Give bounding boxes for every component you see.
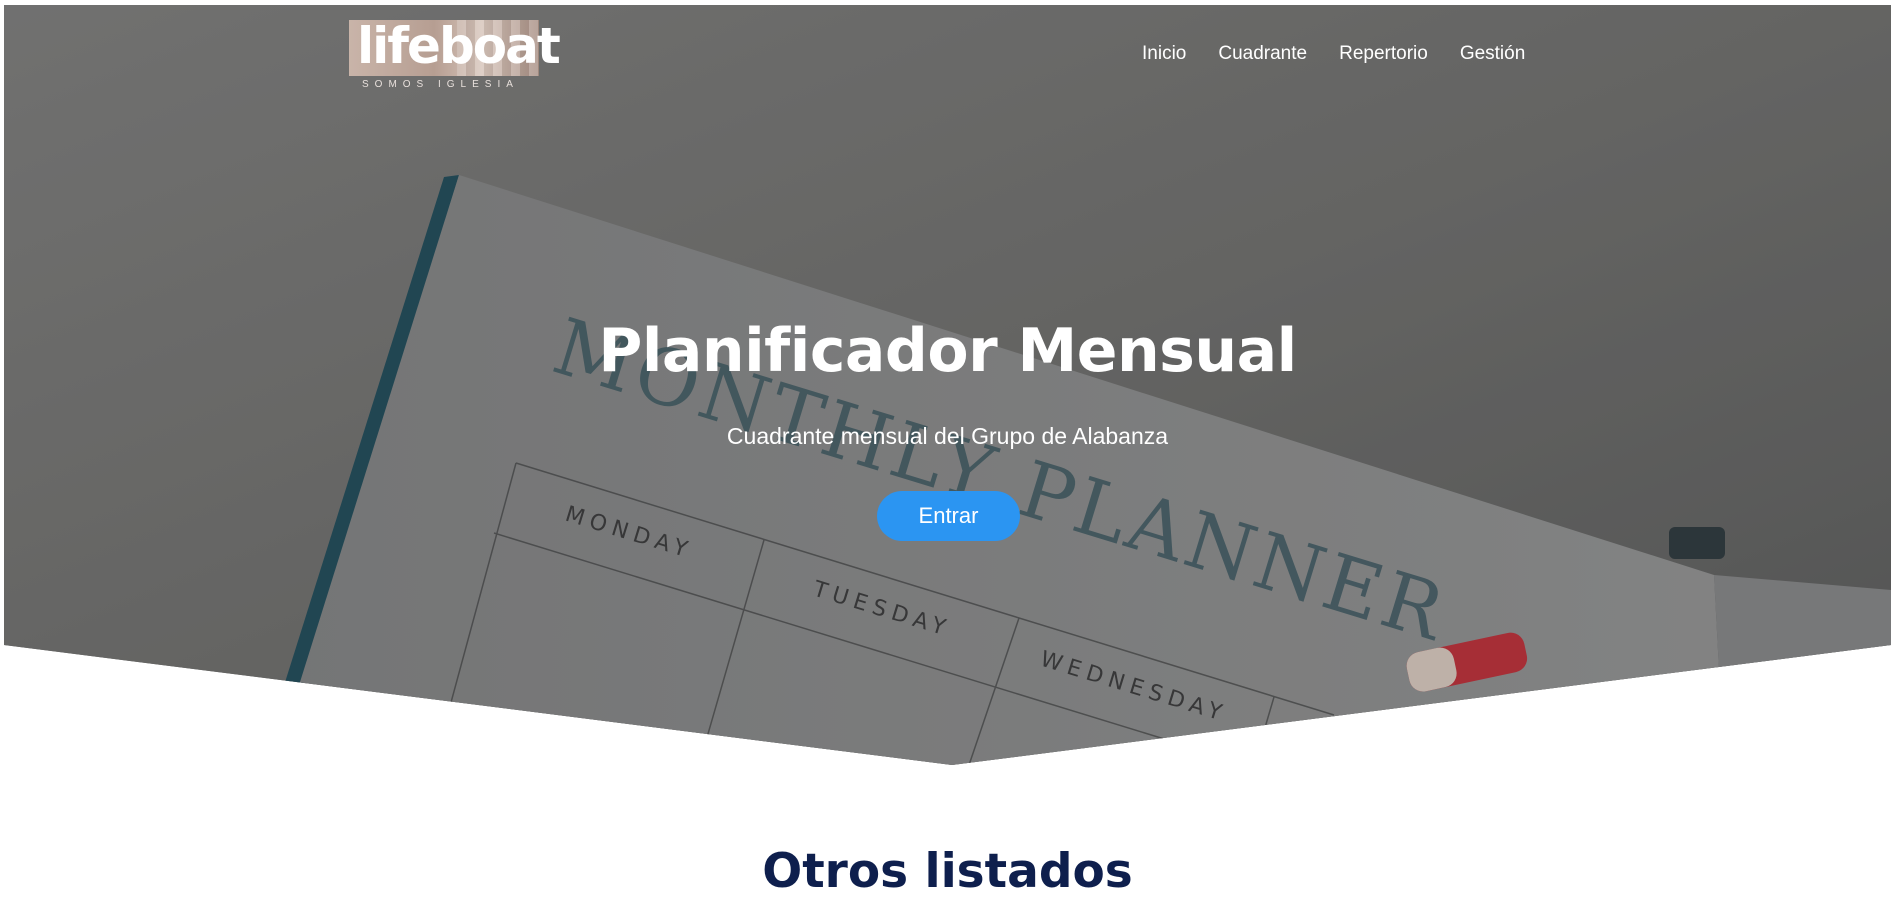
nav-item-cuadrante[interactable]: Cuadrante <box>1202 40 1323 68</box>
hero-title: Planificador Mensual <box>598 316 1297 386</box>
site-logo[interactable]: lifeboat SOMOS IGLESIA <box>349 17 561 92</box>
enter-button[interactable]: Entrar <box>877 491 1020 541</box>
main-nav: Inicio Cuadrante Repertorio Gestión <box>1138 40 1541 68</box>
page: MONTHLY PLANNER MONDAY TUESDAY WEDNESDAY <box>0 0 1895 906</box>
logo-tagline: SOMOS IGLESIA <box>362 79 519 90</box>
nav-item-inicio[interactable]: Inicio <box>1138 40 1202 68</box>
section-title: Otros listados <box>762 844 1133 899</box>
nav-item-gestion[interactable]: Gestión <box>1444 40 1541 68</box>
logo-wordmark: lifeboat <box>357 17 561 75</box>
nav-item-repertorio[interactable]: Repertorio <box>1323 40 1444 68</box>
hero-subtitle: Cuadrante mensual del Grupo de Alabanza <box>726 423 1169 449</box>
